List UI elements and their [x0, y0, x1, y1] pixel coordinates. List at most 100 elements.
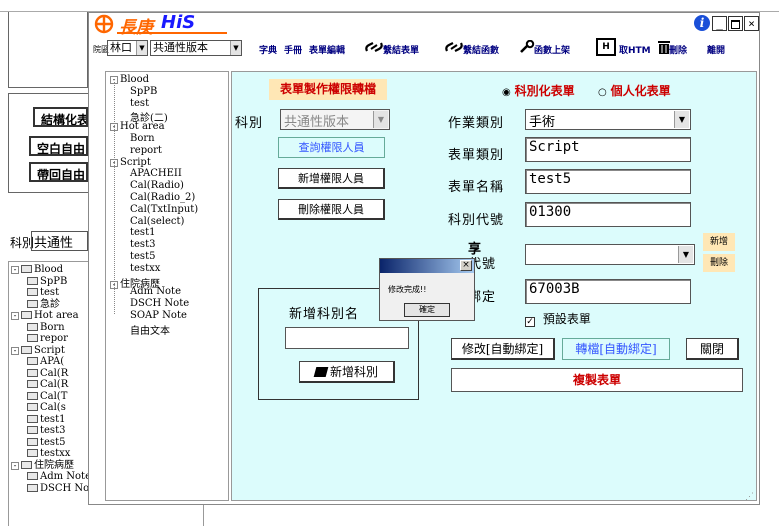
toolbar-bind-function[interactable]: 繫結函數 — [463, 43, 499, 56]
tree-folder[interactable]: - Script — [110, 157, 151, 168]
query-permission-button[interactable]: 查詢權限人員 — [278, 137, 385, 158]
maximize-button[interactable] — [728, 16, 743, 31]
close-button[interactable]: × — [744, 16, 759, 31]
tree-item[interactable]: test5 — [130, 251, 155, 262]
dept-code-input[interactable]: 01300 — [525, 202, 691, 227]
tree-label: DSCH Note — [130, 298, 190, 310]
tree-item[interactable]: Adm Note — [130, 286, 181, 297]
add-dept-button-label: 新增科別 — [329, 365, 378, 379]
tree-item[interactable]: test — [130, 98, 149, 109]
tree-label: testxx — [130, 262, 161, 274]
new-item-button[interactable]: 新增 — [703, 233, 735, 251]
radio-personal-form[interactable]: ○ 個人化表單 — [598, 82, 671, 99]
tree-item[interactable]: 自由文本 — [130, 322, 170, 337]
tree-label: Cal(TxtInput) — [130, 203, 199, 215]
tree-item[interactable]: testxx — [130, 263, 160, 274]
tree-item[interactable]: Cal(TxtInput) — [130, 204, 198, 215]
branch-select[interactable]: 林口 ▼ — [107, 40, 148, 56]
collapse-icon[interactable]: - — [11, 461, 19, 470]
background-tree-label: repor — [40, 333, 68, 344]
default-form-label: 預設表單 — [542, 312, 591, 326]
toolbar-manual[interactable]: 手冊 — [284, 43, 302, 56]
toolbar-bind-form[interactable]: 繫結表單 — [383, 43, 419, 56]
toolbar-delete[interactable]: 刪除 — [669, 43, 687, 56]
radio-dept-form[interactable]: ◉ 科別化表單 — [502, 82, 575, 99]
tree-item[interactable]: Born — [130, 133, 155, 144]
tree-item[interactable]: Cal(Radio) — [130, 180, 184, 191]
resize-grip-icon[interactable]: ⋰ — [745, 491, 757, 503]
chevron-down-icon: ▼ — [230, 41, 241, 55]
collapse-icon[interactable]: - — [11, 346, 19, 355]
tree-item[interactable]: APACHEII — [130, 168, 182, 179]
tree-folder[interactable]: - Blood — [110, 74, 149, 85]
version-value: 共通性版本 — [153, 41, 208, 54]
form-type-input[interactable]: Script — [525, 137, 691, 162]
tree-label: Born — [130, 133, 155, 144]
close-form-button[interactable]: 關閉 — [686, 338, 739, 360]
wrench-icon — [520, 40, 535, 53]
tag-icon — [313, 367, 329, 377]
tree-item[interactable]: Cal(select) — [130, 216, 184, 227]
tree-item[interactable]: SOAP Note — [130, 310, 187, 321]
radio-selected-icon: ◉ — [502, 87, 511, 98]
form-name-input[interactable]: test5 — [525, 169, 691, 194]
toolbar-dictionary[interactable]: 字典 — [259, 43, 277, 56]
dept-select[interactable]: 共通性版本 ▼ — [280, 109, 390, 130]
tree-label: SOAP Note — [130, 310, 187, 321]
add-dept-button[interactable]: 新增科別 — [299, 361, 395, 383]
tree-connector-line — [114, 82, 115, 314]
radio-dept-label: 科別化表單 — [514, 84, 575, 98]
radio-unselected-icon: ○ — [598, 87, 607, 98]
tree-label: Blood — [120, 74, 149, 85]
folder-icon — [21, 311, 32, 319]
dept-code-label: 科別代號 — [448, 213, 505, 228]
background-tree-label: Cal(T — [40, 390, 68, 402]
bind-input[interactable]: 67003B — [525, 279, 691, 304]
file-icon — [27, 483, 38, 492]
background-tree-label: test5 — [40, 436, 66, 448]
default-form-checkbox[interactable]: ✓ 預設表單 — [525, 310, 591, 327]
tree-item[interactable]: report — [130, 145, 162, 156]
tree-item[interactable]: test1 — [130, 227, 155, 238]
toolbar-form-edit[interactable]: 表單編輯 — [309, 43, 345, 56]
version-select[interactable]: 共通性版本 ▼ — [150, 40, 242, 56]
add-dept-input[interactable] — [285, 327, 409, 349]
info-icon[interactable]: i — [694, 15, 710, 31]
tree-item[interactable]: Cal(Radio_2) — [130, 192, 195, 203]
chevron-down-icon: ▼ — [674, 111, 689, 128]
tree-label: Cal(Radio) — [130, 180, 184, 192]
work-type-label: 作業類別 — [448, 116, 505, 131]
dialog-close-button[interactable]: × — [460, 260, 472, 271]
tree-item[interactable]: DSCH Note — [130, 298, 189, 309]
item-code-select[interactable]: ▼ — [525, 244, 695, 265]
form-permission-window: 長庚 HiS i _ × 院區 林口 ▼ 共通性版本 ▼ 字典 手冊 表單編輯 … — [88, 12, 760, 505]
convert-auto-bind-button[interactable]: 轉檔[自動綁定] — [562, 338, 670, 360]
maximize-icon — [731, 20, 740, 29]
file-icon — [27, 288, 38, 296]
delete-permission-button[interactable]: 刪除權限人員 — [278, 199, 385, 220]
tree-folder[interactable]: - Hot area — [110, 121, 165, 132]
add-permission-button[interactable]: 新增權限人員 — [278, 168, 385, 189]
work-type-select[interactable]: 手術 ▼ — [525, 109, 691, 130]
background-dept-select[interactable]: 共通性 — [31, 231, 88, 251]
background-tree-label: APA( — [40, 356, 65, 367]
close-icon: × — [462, 260, 470, 270]
copy-form-button[interactable]: 複製表單 — [451, 368, 743, 392]
folder-icon — [21, 345, 32, 354]
delete-item-button[interactable]: 刪除 — [703, 254, 735, 272]
minimize-button[interactable]: _ — [712, 16, 727, 31]
toolbar-get-htm[interactable]: 取HTM — [619, 43, 651, 56]
toolbar-exit[interactable]: 離開 — [707, 43, 725, 56]
tree-item[interactable]: SpPB — [130, 86, 157, 97]
modify-auto-bind-button[interactable]: 修改[自動綁定] — [451, 338, 555, 360]
background-tree-label: Cal(R — [40, 367, 69, 379]
collapse-icon[interactable]: - — [11, 312, 19, 320]
dialog-ok-button[interactable]: 確定 — [404, 303, 450, 317]
tree-label: test3 — [130, 239, 156, 251]
background-tree-label: 急診 — [40, 298, 60, 310]
toolbar-publish-function[interactable]: 函數上架 — [534, 43, 570, 56]
collapse-icon[interactable]: - — [11, 266, 19, 274]
tree-label: report — [130, 144, 162, 156]
tree-item[interactable]: test3 — [130, 239, 155, 250]
radio-personal-label: 個人化表單 — [610, 84, 671, 98]
